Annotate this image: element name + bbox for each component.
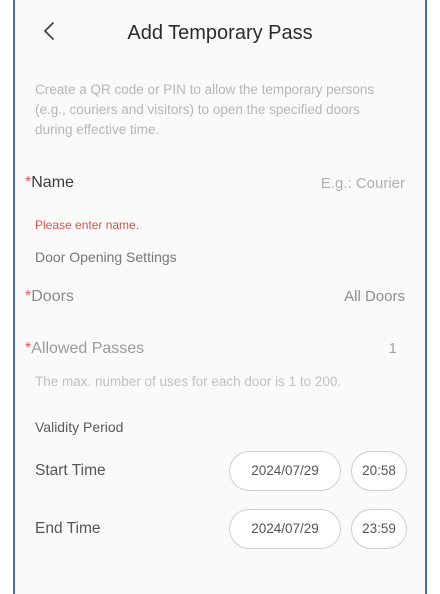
screen-frame: Add Temporary Pass Create a QR code or P… (13, 0, 427, 594)
name-error-message: Please enter name. (35, 218, 140, 232)
allowed-passes-input[interactable]: 1 (389, 340, 397, 357)
end-date-picker[interactable]: 2024/07/29 (229, 509, 341, 549)
validity-period-title: Validity Period (35, 419, 124, 435)
doors-label: *Doors (25, 288, 74, 306)
end-time-picker[interactable]: 23:59 (351, 509, 407, 549)
start-time-row: Start Time 2024/07/29 20:58 (15, 451, 425, 495)
allowed-passes-hint: The max. number of uses for each door is… (35, 374, 342, 389)
allowed-passes-row[interactable]: *Allowed Passes 1 (15, 337, 425, 367)
start-date-picker[interactable]: 2024/07/29 (229, 451, 341, 491)
name-label-text: Name (31, 174, 74, 191)
doors-label-text: Doors (31, 288, 74, 305)
name-input[interactable]: E.g.: Courier (321, 175, 405, 192)
door-opening-settings-title: Door Opening Settings (35, 249, 177, 265)
page-title: Add Temporary Pass (127, 22, 313, 44)
allowed-passes-label-text: Allowed Passes (31, 340, 145, 357)
allowed-passes-label: *Allowed Passes (25, 340, 144, 358)
start-time-label: Start Time (35, 462, 106, 479)
end-time-label: End Time (35, 520, 101, 537)
name-field-row[interactable]: *Name E.g.: Courier (15, 170, 425, 200)
name-label: *Name (25, 174, 74, 192)
app-header: Add Temporary Pass (15, 0, 425, 62)
end-time-row: End Time 2024/07/29 23:59 (15, 509, 425, 553)
description-text: Create a QR code or PIN to allow the tem… (35, 82, 375, 137)
start-time-picker[interactable]: 20:58 (351, 451, 407, 491)
doors-value[interactable]: All Doors (344, 288, 405, 305)
doors-row[interactable]: *Doors All Doors (15, 284, 425, 314)
